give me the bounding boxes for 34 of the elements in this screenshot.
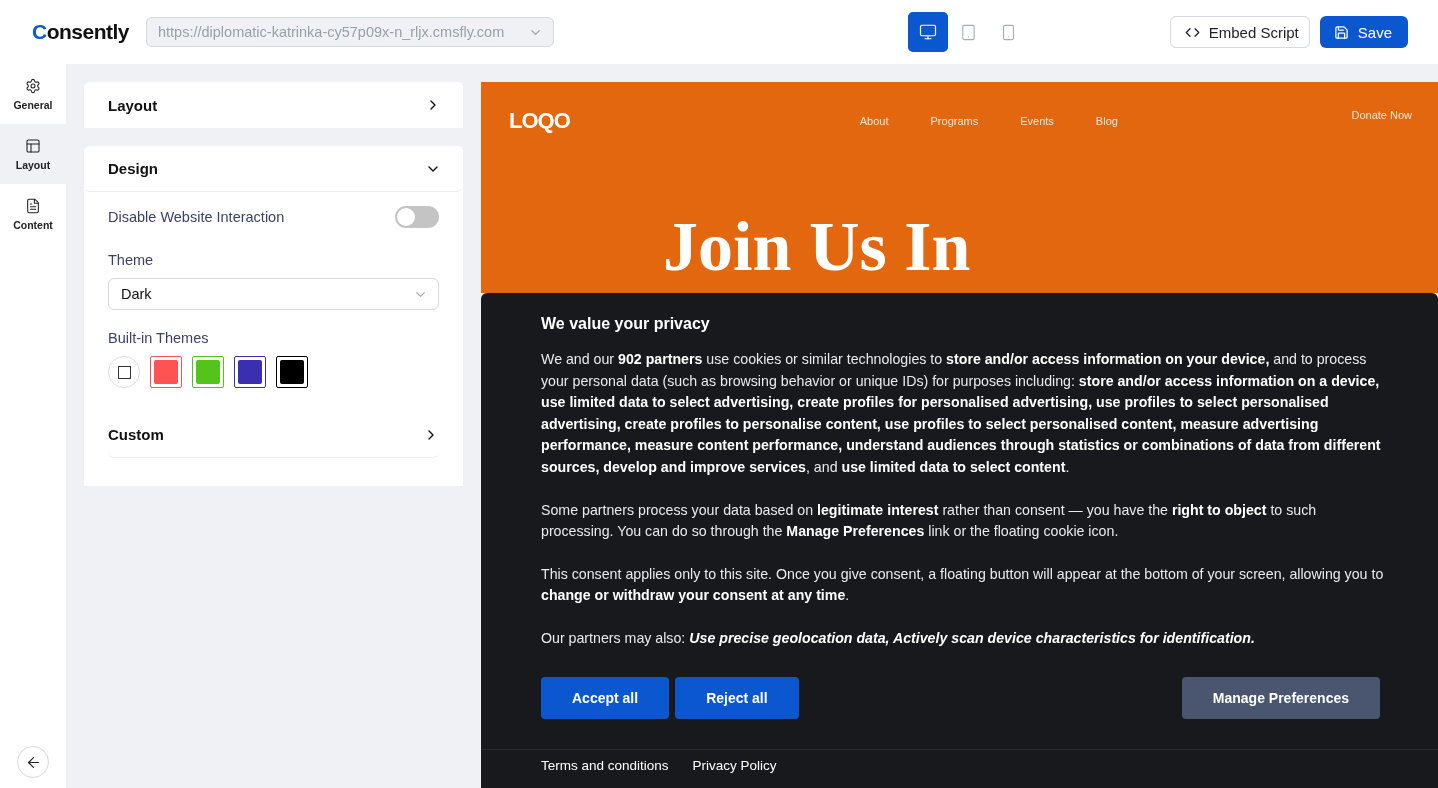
document-icon <box>25 197 41 214</box>
banner-title: We value your privacy <box>541 315 711 333</box>
banner-paragraph: Some partners process your data based on legitimate interest rather than consent — you have the right to object to such processing. You can do so through the Manage Preferences link or the floating cookie icon. <box>541 500 1318 542</box>
toggle-switch[interactable] <box>395 206 439 228</box>
layout-icon <box>25 137 41 154</box>
toggle-label: Disable Website Interaction <box>108 209 285 225</box>
theme-label: Theme <box>108 252 155 268</box>
consent-button[interactable]: Reject all <box>675 676 799 719</box>
theme-swatch[interactable] <box>150 356 182 388</box>
theme-swatch[interactable] <box>276 356 308 388</box>
banner-paragraph: We and our 902 partners use cookies or similar technologies to store and/or access information on your device, and to process your personal data (such as browsing behavior or unique IDs) for purposes including: store and/or access information on a device, use limited data to select advertising, create profiles for personalised advertising, use profiles to select personalised advertising, create profiles to personalise content, use profiles to select personalised content, measure advertising performance, measure content performance, understand audiences through statistics or combinations of data from different sources, develop and improve services, and use limited data to select content. <box>541 350 1382 477</box>
theme-select[interactable]: Dark <box>108 278 439 310</box>
footer-link[interactable]: Terms and conditions <box>541 757 669 773</box>
sidebar-item[interactable]: Layout <box>0 124 66 184</box>
hero-title: Join Us In <box>663 210 971 284</box>
default-theme-swatch[interactable] <box>108 356 140 388</box>
desktop-view-button[interactable] <box>908 12 948 52</box>
banner-paragraph: Our partners may also: Use precise geolocation data, Actively scan device characteristics for identification. <box>541 628 1256 648</box>
theme-swatch[interactable] <box>192 356 224 388</box>
tablet-icon <box>959 23 977 41</box>
save-button[interactable]: Save <box>1319 16 1408 48</box>
built-in-themes-label: Built-in Themes <box>108 330 210 346</box>
consent-button[interactable]: Manage Preferences <box>1181 676 1380 719</box>
gear-icon <box>25 77 41 94</box>
banner-paragraph: This consent applies only to this site. Once you give consent, a floating button will appear at the bottom of your screen, allowing you to change or withdraw your consent at any time. <box>541 564 1385 606</box>
theme-swatch[interactable] <box>234 356 266 388</box>
site-logo: LOQO <box>509 108 570 134</box>
desktop-icon <box>919 23 937 41</box>
consent-button[interactable]: Accept all <box>541 676 670 719</box>
section-header[interactable]: Design <box>84 146 463 192</box>
embed-script-button[interactable]: Embed Script <box>1169 16 1310 48</box>
brand-logo: Consently <box>32 20 131 44</box>
footer-link[interactable]: Privacy Policy <box>692 757 777 773</box>
back-button[interactable] <box>17 746 49 778</box>
